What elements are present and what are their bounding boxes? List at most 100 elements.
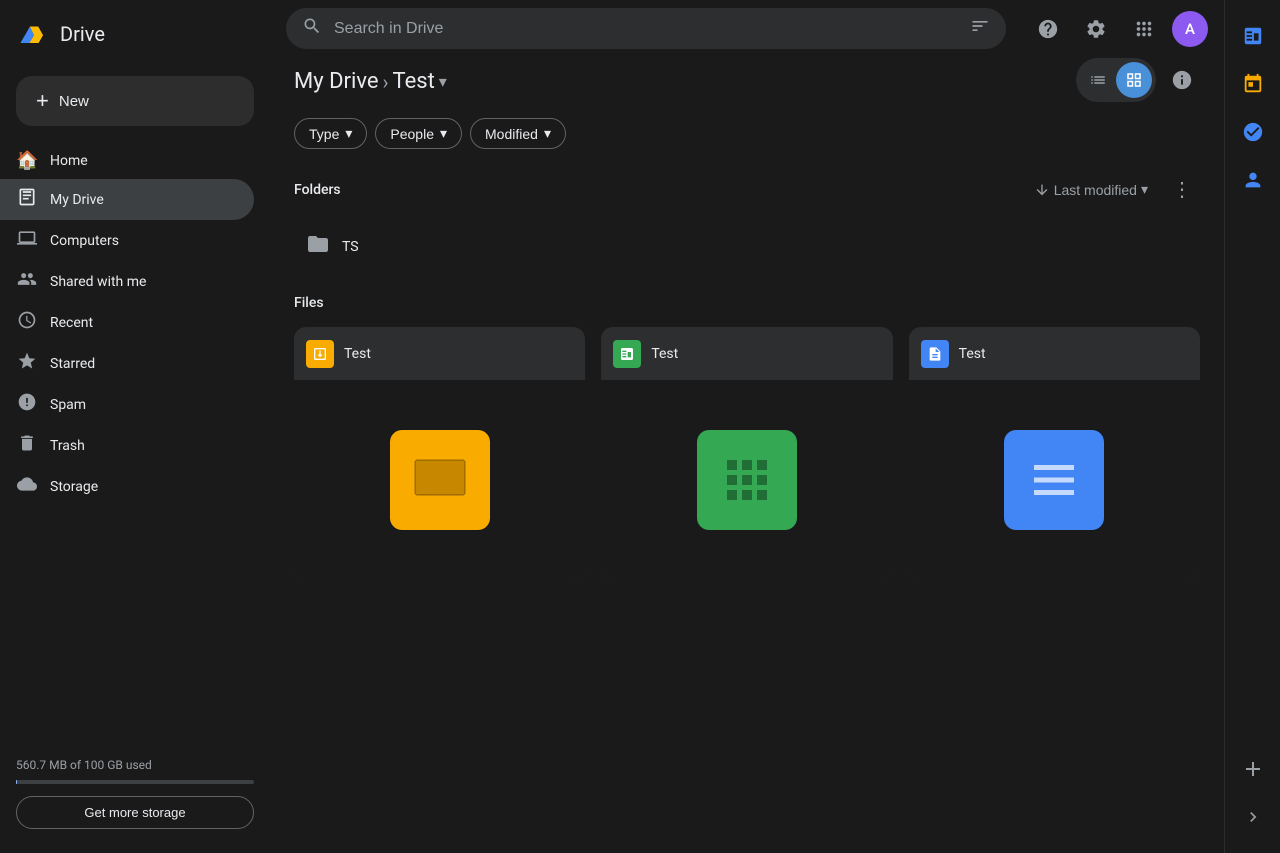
breadcrumb-chevron-icon: › <box>383 70 389 94</box>
settings-button[interactable] <box>1076 9 1116 49</box>
right-panel-contacts-button[interactable] <box>1233 160 1273 200</box>
sidebar: Drive + New 🏠 Home My Drive Computers <box>0 0 270 853</box>
search-icon <box>302 16 322 41</box>
new-button-label: New <box>59 93 89 110</box>
home-icon: 🏠 <box>16 150 38 171</box>
storage-bar-background <box>16 780 254 784</box>
files-section-title: Files <box>294 295 324 311</box>
breadcrumb-parent[interactable]: My Drive <box>294 69 379 94</box>
sidebar-item-home-label: Home <box>50 153 88 169</box>
sheets-type-icon <box>613 340 641 368</box>
file-card-header-slides: Test ⋮ <box>294 327 585 380</box>
filters-row: Type ▾ People ▾ Modified ▾ <box>294 110 1200 165</box>
app-title: Drive <box>60 22 105 46</box>
sidebar-item-trash-label: Trash <box>50 438 85 454</box>
right-panel-calendar-button[interactable] <box>1233 64 1273 104</box>
new-button[interactable]: + New <box>16 76 254 126</box>
file-slides-name: Test <box>344 346 535 362</box>
breadcrumb-row: My Drive › Test ▾ <box>294 57 1200 110</box>
file-card-test-sheets[interactable]: Test ⋮ <box>601 327 892 580</box>
right-panel-add-button[interactable] <box>1233 749 1273 789</box>
drive-logo-icon <box>16 16 52 52</box>
sort-button[interactable]: Last modified ▾ <box>1026 177 1156 202</box>
sidebar-item-starred-label: Starred <box>50 356 95 372</box>
people-filter-chevron: ▾ <box>440 125 447 142</box>
right-panel-sheets-button[interactable] <box>1233 16 1273 56</box>
info-button[interactable] <box>1164 62 1200 98</box>
search-filter-icon[interactable] <box>970 16 990 41</box>
file-sheets-thumbnail <box>601 380 892 580</box>
spam-icon <box>16 392 38 417</box>
view-toggle <box>1076 58 1156 102</box>
sidebar-item-recent[interactable]: Recent <box>0 302 254 343</box>
sidebar-item-storage[interactable]: Storage <box>0 466 254 507</box>
breadcrumb-current-label[interactable]: Test <box>393 69 435 94</box>
avatar[interactable]: A <box>1172 11 1208 47</box>
file-card-header-sheets: Test ⋮ <box>601 327 892 380</box>
sidebar-item-computers[interactable]: Computers <box>0 220 254 261</box>
content-area: My Drive › Test ▾ <box>270 57 1224 853</box>
sidebar-nav: 🏠 Home My Drive Computers <box>0 142 270 742</box>
sort-label: Last modified <box>1054 182 1137 198</box>
slides-thumbnail-icon <box>390 430 490 530</box>
right-panel-collapse-button[interactable] <box>1233 797 1273 837</box>
slides-type-icon <box>306 340 334 368</box>
file-card-test-slides[interactable]: Test ⋮ <box>294 327 585 580</box>
help-button[interactable] <box>1028 9 1068 49</box>
sidebar-item-spam[interactable]: Spam <box>0 384 254 425</box>
folders-section-header: Folders Last modified ▾ ⋮ <box>294 165 1200 214</box>
search-bar <box>286 8 1006 49</box>
sidebar-item-home[interactable]: 🏠 Home <box>0 142 254 179</box>
sidebar-item-trash[interactable]: Trash <box>0 425 254 466</box>
modified-filter-button[interactable]: Modified ▾ <box>470 118 566 149</box>
storage-bar-fill <box>16 780 17 784</box>
files-section-header: Files <box>294 287 1200 319</box>
file-docs-name: Test <box>959 346 1150 362</box>
folder-icon <box>306 232 330 262</box>
apps-button[interactable] <box>1124 9 1164 49</box>
right-panel-tasks-button[interactable] <box>1233 112 1273 152</box>
modified-filter-chevron: ▾ <box>544 125 551 142</box>
list-view-button[interactable] <box>1080 62 1116 98</box>
topbar-actions: A <box>1028 9 1208 49</box>
sidebar-item-my-drive-label: My Drive <box>50 192 104 208</box>
main-content: A My Drive › Test ▾ <box>270 0 1224 853</box>
breadcrumb-current: Test ▾ <box>393 69 447 94</box>
shared-icon <box>16 269 38 294</box>
computers-icon <box>16 228 38 253</box>
sidebar-item-my-drive[interactable]: My Drive <box>0 179 254 220</box>
type-filter-chevron: ▾ <box>345 125 352 142</box>
right-panel <box>1224 0 1280 853</box>
folders-more-button[interactable]: ⋮ <box>1164 173 1200 206</box>
people-filter-label: People <box>390 126 434 142</box>
sidebar-item-computers-label: Computers <box>50 233 119 249</box>
storage-icon <box>16 474 38 499</box>
trash-icon <box>16 433 38 458</box>
app-logo: Drive <box>0 8 270 68</box>
view-controls <box>1076 58 1200 102</box>
breadcrumb-dropdown-icon[interactable]: ▾ <box>439 72 447 91</box>
type-filter-button[interactable]: Type ▾ <box>294 118 367 149</box>
sidebar-item-shared-with-me[interactable]: Shared with me <box>0 261 254 302</box>
recent-icon <box>16 310 38 335</box>
sidebar-item-starred[interactable]: Starred <box>0 343 254 384</box>
file-card-test-docs[interactable]: Test ⋮ <box>909 327 1200 580</box>
grid-view-button[interactable] <box>1116 62 1152 98</box>
my-drive-icon <box>16 187 38 212</box>
sidebar-item-storage-label: Storage <box>50 479 98 495</box>
file-slides-thumbnail <box>294 380 585 580</box>
folders-section-controls: Last modified ▾ ⋮ <box>1026 173 1200 206</box>
search-input[interactable] <box>334 20 958 38</box>
folder-ts-name: TS <box>342 239 1148 255</box>
docs-type-icon <box>921 340 949 368</box>
folder-item-ts[interactable]: TS ⋮ <box>294 222 1200 271</box>
docs-thumbnail-icon <box>1004 430 1104 530</box>
file-sheets-name: Test <box>651 346 842 362</box>
people-filter-button[interactable]: People ▾ <box>375 118 462 149</box>
sort-chevron-icon: ▾ <box>1141 181 1148 198</box>
modified-filter-label: Modified <box>485 126 538 142</box>
sidebar-item-shared-label: Shared with me <box>50 274 146 290</box>
topbar: A <box>270 0 1224 57</box>
storage-usage-text: 560.7 MB of 100 GB used <box>16 758 254 772</box>
get-more-storage-button[interactable]: Get more storage <box>16 796 254 829</box>
